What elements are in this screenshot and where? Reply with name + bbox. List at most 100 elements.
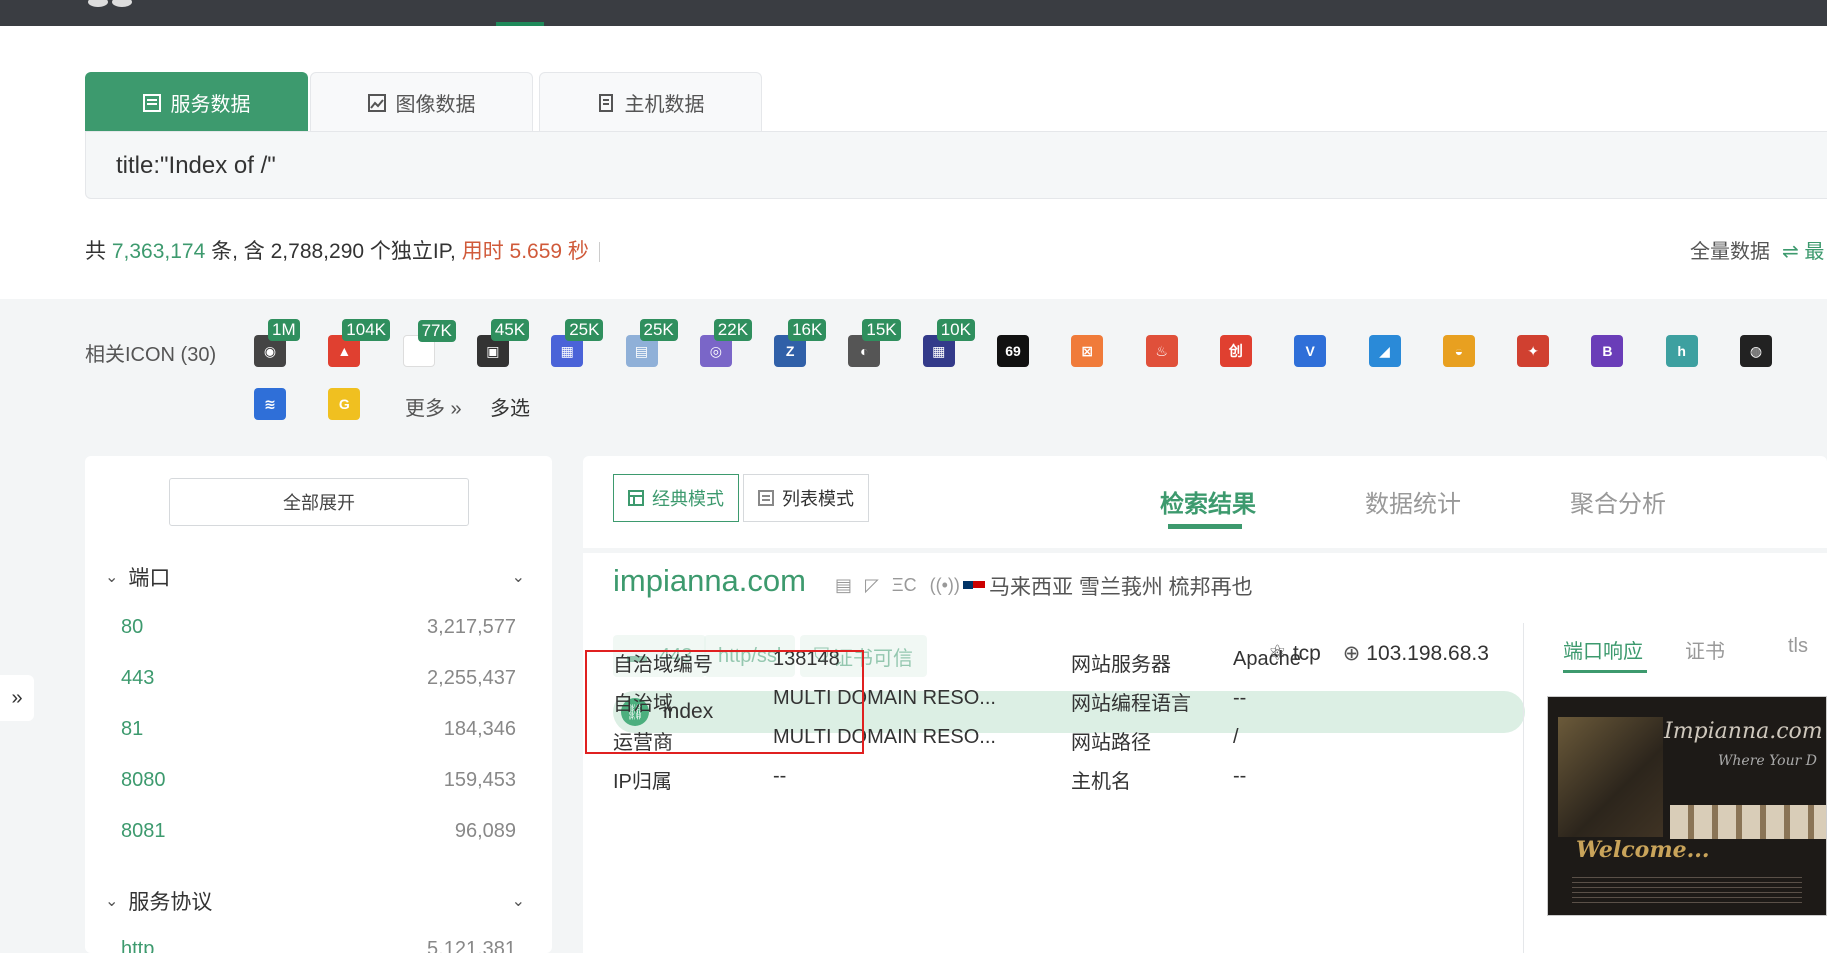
badge-favicon[interactable]: ◍ [1740,335,1772,367]
tab-label: 主机数据 [624,94,705,116]
tab-aggregate-analysis[interactable]: 聚合分析 [1570,484,1666,519]
more-icons-link[interactable]: 更多 » [405,392,462,421]
bootstrap-favicon[interactable]: B [1591,335,1624,367]
blank-favicon[interactable]: 77K [402,320,456,367]
facet-protocol-header[interactable]: ⌄ 服务协议 ⌄ [105,886,525,916]
xampp-favicon[interactable]: ⊠ [1071,335,1104,367]
ip-address[interactable]: 103.198.68.3 [1366,642,1489,665]
query-time: 用时 5.659 秒 [461,240,589,263]
ec-icon[interactable]: ΞC [892,575,917,595]
filter-panel: 全部展开 ⌄ 端口 ⌄ 80 3,217,577 443 2,255,437 81 1… [85,456,552,953]
screenshot-title: Impianna.com [1664,719,1823,744]
ring-favicon[interactable]: ◎ 22K [699,319,753,367]
facet-key: 443 [121,667,155,689]
server-value: Apache [1233,648,1301,670]
classic-mode-button[interactable]: 经典模式 [613,474,739,522]
count-badge: 45K [490,319,530,341]
facet-count: 5,121,381 [427,938,516,953]
host-label: 主机名 [1071,771,1131,793]
facet-item[interactable]: 8080 159,453 [121,769,516,792]
flame-favicon[interactable]: ♨ [1145,335,1178,367]
list-icon [142,93,161,112]
facet-item[interactable]: 443 2,255,437 [121,667,516,690]
stats-mid: 条, 含 [205,240,271,263]
screenshot-body-text [1572,877,1802,903]
total-count: 7,363,174 [111,240,206,263]
list-icon [758,490,774,506]
broadcast-icon[interactable]: ((•)) [930,575,960,595]
facet-count: 2,255,437 [427,667,516,689]
document-icon[interactable]: ▤ [835,575,852,595]
screenshot-photo [1558,717,1663,837]
related-icon-label: 相关ICON (30) [85,344,217,366]
facet-key: 8080 [121,769,166,791]
tab-image-data[interactable]: 图像数据 [310,72,533,132]
doc-favicon[interactable]: ▤ 25K [625,319,678,367]
multi-select-link[interactable]: 多选 [490,392,530,421]
facet-item[interactable]: 8081 96,089 [121,820,516,843]
result-stats: 共 7,363,174 条, 含 2,788,290 个独立IP, 用时 5.6… [85,235,600,265]
globe-icon: ⊕ [1342,642,1361,665]
chuangwen-favicon[interactable]: 创 [1219,335,1252,367]
v-favicon[interactable]: V [1294,335,1327,367]
count-badge: 104K [342,319,390,341]
tab-label: 图像数据 [395,94,476,116]
count-badge: 25K [565,319,604,341]
screenshot-icon[interactable]: ◸ [865,575,879,595]
hm-favicon[interactable]: h [1665,335,1698,367]
squares-favicon[interactable]: ▣ 45K [476,319,530,367]
website-screenshot[interactable]: Impianna.com Where Your D Welcome... [1547,696,1827,916]
tab-search-results[interactable]: 检索结果 [1160,484,1256,519]
server-icon [598,93,613,112]
count-badge: 16K [788,319,827,341]
chevron-down-icon: ⌄ [105,569,119,586]
tab-tls[interactable]: tls [1788,635,1808,658]
image-icon [367,93,386,112]
tab-port-response[interactable]: 端口响应 [1563,635,1643,664]
sidebar-toggle-icon[interactable]: » [0,675,34,721]
facet-count: 159,453 [443,769,516,791]
chart-favicon[interactable]: ◢ [1368,335,1401,367]
switch-icon: ⇌ 最 [1782,241,1825,263]
chevron-down-icon: ⌄ [105,893,119,910]
grid-favicon[interactable]: ▦ 25K [551,319,604,367]
69-favicon[interactable]: 69 [997,335,1029,367]
facet-key: 80 [121,616,144,638]
facet-port-header[interactable]: ⌄ 端口 ⌄ [105,562,525,592]
path-value: / [1233,726,1239,748]
facet-count: 3,217,577 [427,616,516,638]
site-logo[interactable] [88,0,168,8]
tab-label: 服务数据 [170,94,251,116]
compass-favicon[interactable]: ◒ [1442,335,1475,367]
facet-item[interactable]: http 5,121,381 [121,938,516,953]
result-action-icons: ▤ ◸ ΞC ((•)) [835,575,960,596]
wave-favicon[interactable]: ≋ [254,388,286,420]
z-favicon[interactable]: Z 16K [774,319,827,367]
tab-service-data[interactable]: 服务数据 [85,72,308,132]
star-favicon[interactable]: ✦ [1517,335,1550,367]
divider [1523,623,1524,953]
camera-favicon[interactable]: ◉ 1M [254,319,300,367]
network-info: ⚛ tcp ⊕ 103.198.68.3 [1268,641,1489,666]
tab-host-data[interactable]: 主机数据 [539,72,762,132]
layout-icon [628,490,644,506]
count-badge: 25K [639,319,678,341]
search-input[interactable]: title:"Index of /" [85,131,1827,199]
result-domain-link[interactable]: impianna.com [613,563,806,599]
facet-item[interactable]: 81 184,346 [121,718,516,741]
path-label: 网站路径 [1071,732,1151,754]
active-tab-indicator [1168,524,1242,529]
full-data-toggle[interactable]: 全量数据 ⇌ 最 [1690,235,1824,264]
list-mode-button[interactable]: 列表模式 [743,474,869,522]
expand-all-button[interactable]: 全部展开 [169,478,469,526]
facet-item[interactable]: 80 3,217,577 [121,616,516,639]
g-favicon[interactable]: G [328,388,361,420]
tab-certificate[interactable]: 证书 [1685,635,1725,664]
full-data-label: 全量数据 [1690,241,1770,263]
mode-label: 列表模式 [782,489,854,509]
table-favicon[interactable]: ▦ 10K [922,319,975,367]
tab-data-stats[interactable]: 数据统计 [1365,484,1461,519]
moon-favicon[interactable]: ◐ 15K [848,319,901,367]
triangle-favicon[interactable]: ▲ 104K [328,319,390,367]
stats-prefix: 共 [85,240,112,263]
